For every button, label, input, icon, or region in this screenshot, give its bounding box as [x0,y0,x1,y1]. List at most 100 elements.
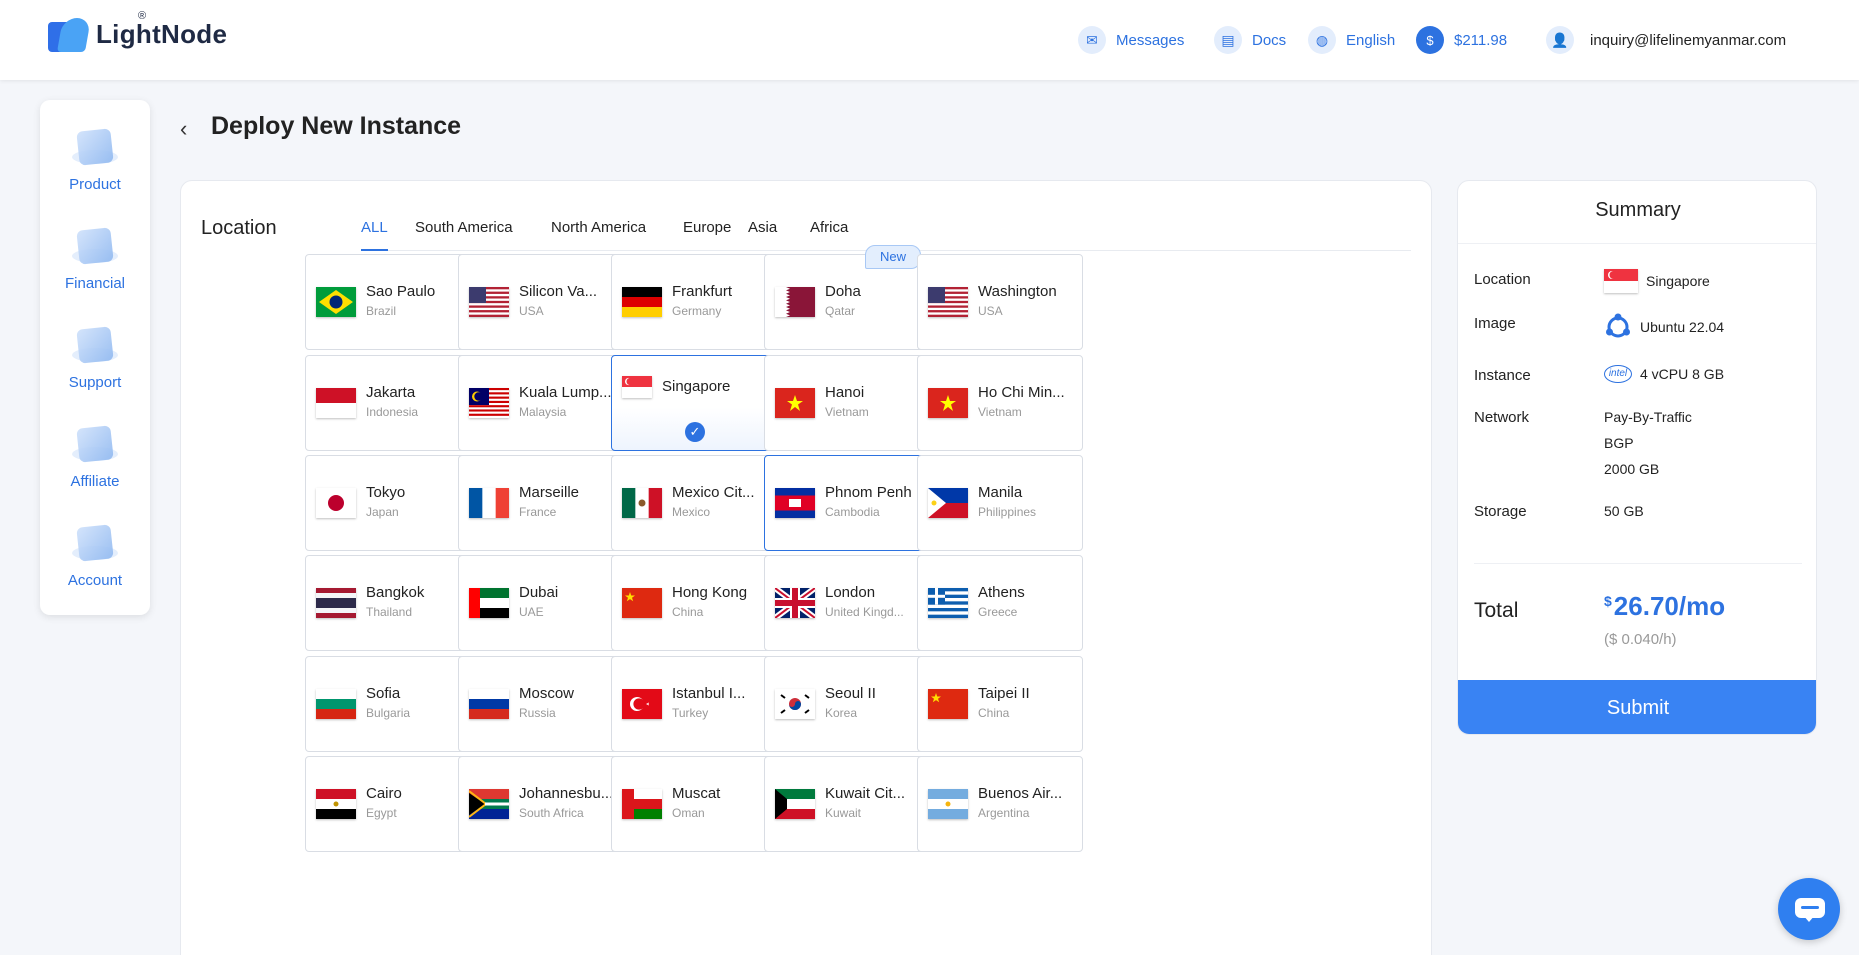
sidebar-item-financial[interactable]: Financial [40,221,150,311]
total-price-value: 26.70/mo [1613,591,1726,621]
location-card-tokyo[interactable]: Tokyo Japan [305,455,471,551]
location-city: Cairo [366,785,402,802]
account-icon [68,518,122,566]
flag-icon [316,287,356,317]
location-country: Bulgaria [366,706,411,720]
sidebar-item-account[interactable]: Account [40,518,150,608]
location-card-silicon-va[interactable]: Silicon Va... USA [458,254,624,350]
location-card-kuwait-cit[interactable]: Kuwait Cit... Kuwait [764,756,930,852]
submit-button[interactable]: Submit [1458,680,1816,734]
flag-icon [622,689,662,719]
location-card-johannesbu[interactable]: Johannesbu... South Africa [458,756,624,852]
tab-all[interactable]: ALL [361,219,388,251]
balance-link[interactable]: $ $211.98 [1416,24,1507,56]
location-country: South Africa [519,806,584,820]
location-city: Doha [825,283,861,300]
location-card-bangkok[interactable]: Bangkok Thailand [305,555,471,651]
location-card-seoul-ii[interactable]: Seoul II Korea [764,656,930,752]
location-card-london[interactable]: London United Kingd... [764,555,930,651]
location-country: Malaysia [519,405,567,419]
docs-link[interactable]: ▤ Docs [1214,24,1286,56]
location-country: Qatar [825,304,856,318]
location-card-manila[interactable]: Manila Philippines [917,455,1083,551]
flag-icon [775,388,815,418]
location-card-jakarta[interactable]: Jakarta Indonesia [305,355,471,451]
location-card-frankfurt[interactable]: Frankfurt Germany [611,254,777,350]
user-icon: 👤 [1546,26,1574,54]
back-arrow-icon[interactable]: ‹ [180,116,187,142]
tab-asia[interactable]: Asia [748,219,777,251]
sidebar: Product Financial Support Affiliate Acco… [40,100,150,615]
flag-icon [469,488,509,518]
flag-icon [775,488,815,518]
mail-icon: ✉ [1078,26,1106,54]
flag-icon [928,689,968,719]
summary-network-traffic: 2000 GB [1604,461,1660,477]
lightnode-logo[interactable]: LightNode ® [48,10,228,54]
docs-label: Docs [1252,31,1287,49]
location-country: Greece [978,605,1018,619]
messages-link[interactable]: ✉ Messages [1078,24,1184,56]
flag-icon [469,689,509,719]
location-card-hong-kong[interactable]: Hong Kong China [611,555,777,651]
logo-mark-icon [48,14,91,54]
location-city: Muscat [672,785,721,802]
sidebar-item-affiliate[interactable]: Affiliate [40,419,150,509]
location-card-dubai[interactable]: Dubai UAE [458,555,624,651]
location-card-doha[interactable]: Doha Qatar New [764,245,930,350]
chat-button[interactable] [1778,878,1840,940]
location-card-moscow[interactable]: Moscow Russia [458,656,624,752]
summary-storage-value: 50 GB [1604,503,1644,519]
language-selector[interactable]: ◍ English [1308,24,1395,56]
location-card-mexico-cit[interactable]: Mexico Cit... Mexico [611,455,777,551]
location-card-istanbul-i[interactable]: Istanbul I... Turkey [611,656,777,752]
tab-europe[interactable]: Europe [683,219,731,251]
tab-africa[interactable]: Africa [810,219,848,251]
location-card-cairo[interactable]: Cairo Egypt [305,756,471,852]
location-country: Argentina [978,806,1030,820]
dollar-icon: $ [1416,26,1444,54]
summary-network-type: BGP [1604,435,1634,451]
location-card-hanoi[interactable]: Hanoi Vietnam [764,355,930,451]
sidebar-item-label: Account [67,572,123,589]
balance-value: $211.98 [1454,31,1508,49]
location-card-singapore[interactable]: Singapore ✓ [611,355,777,451]
flag-icon [622,588,662,618]
location-card-taipei-ii[interactable]: Taipei II China [917,656,1083,752]
location-country: Brazil [366,304,397,318]
flag-icon [928,488,968,518]
registered-mark: ® [138,10,147,22]
tab-north-america[interactable]: North America [551,219,646,251]
location-city: Mexico Cit... [672,484,755,501]
flag-icon [316,588,356,618]
location-country: Germany [672,304,722,318]
location-card-washington[interactable]: Washington USA [917,254,1083,350]
location-card-muscat[interactable]: Muscat Oman [611,756,777,852]
summary-storage-key: Storage [1474,503,1527,520]
location-city: Singapore [662,378,731,395]
location-card-athens[interactable]: Athens Greece [917,555,1083,651]
location-card-marseille[interactable]: Marseille France [458,455,624,551]
location-card-phnom-penh[interactable]: Phnom Penh Cambodia [764,455,930,551]
affiliate-icon [68,419,122,467]
language-label: English [1346,31,1396,49]
flag-icon [469,287,509,317]
location-card-sao-paulo[interactable]: Sao Paulo Brazil [305,254,471,350]
location-card-sofia[interactable]: Sofia Bulgaria [305,656,471,752]
location-card-buenos-air[interactable]: Buenos Air... Argentina [917,756,1083,852]
tab-south-america[interactable]: South America [415,219,513,251]
location-country: Mexico [672,505,711,519]
sidebar-item-product[interactable]: Product [40,122,150,212]
flag-icon [316,488,356,518]
flag-icon [622,376,652,398]
sidebar-item-label: Financial [64,275,126,292]
location-card-kuala-lump[interactable]: Kuala Lump... Malaysia [458,355,624,451]
location-country: Vietnam [825,405,869,419]
sidebar-item-support[interactable]: Support [40,320,150,410]
summary-title: Summary [1595,199,1681,221]
location-country: Japan [366,505,399,519]
location-card-ho-chi-min[interactable]: Ho Chi Min... Vietnam [917,355,1083,451]
account-menu[interactable]: 👤 inquiry@lifelinemyanmar.com [1546,24,1786,56]
location-city: Silicon Va... [519,283,598,300]
logo-text: LightNode [96,18,228,49]
